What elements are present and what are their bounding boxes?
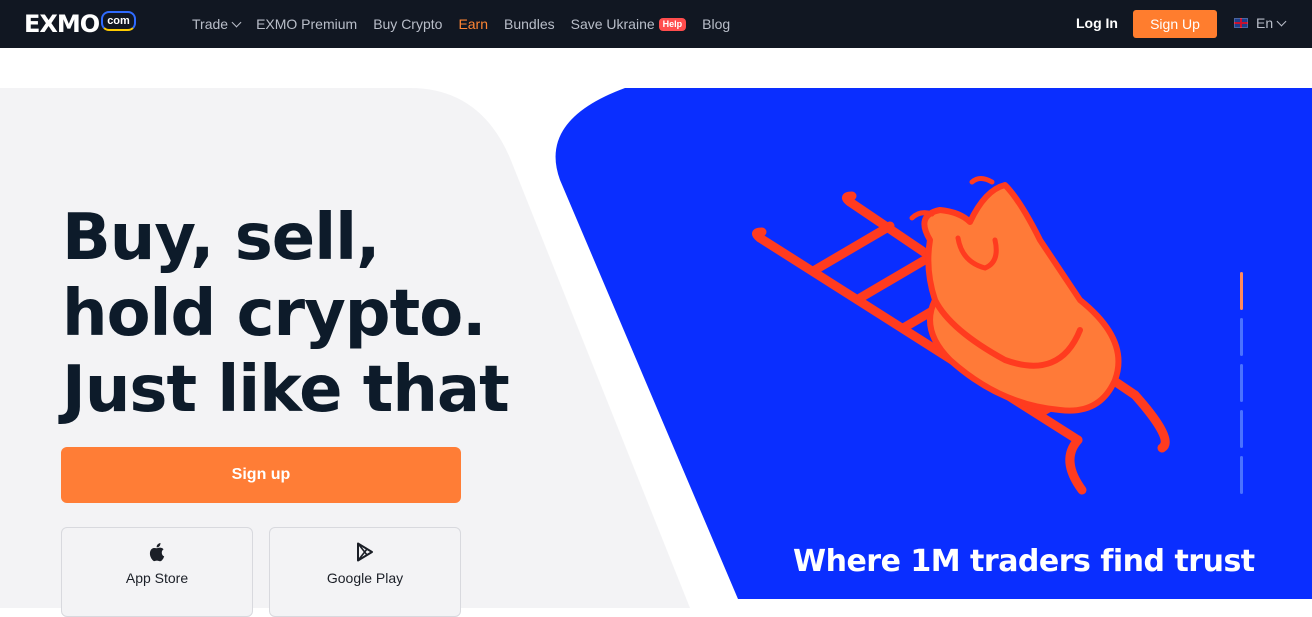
headline-line: Just like that	[62, 353, 510, 427]
hero-signup-button[interactable]: Sign up	[61, 447, 461, 503]
apple-icon	[149, 543, 165, 562]
app-store-button[interactable]: App Store	[61, 527, 253, 617]
slide-indicator-2[interactable]	[1240, 318, 1243, 356]
google-play-label: Google Play	[326, 570, 404, 586]
slide-indicator-5[interactable]	[1240, 456, 1243, 494]
slide-indicator-1[interactable]	[1240, 272, 1243, 310]
google-play-icon	[357, 542, 373, 562]
app-store-label: App Store	[125, 570, 189, 586]
slide-indicator-4[interactable]	[1240, 410, 1243, 448]
headline-line: hold crypto.	[62, 277, 486, 351]
slider-indicators	[1240, 272, 1245, 502]
slide-indicator-3[interactable]	[1240, 364, 1243, 402]
google-play-button[interactable]: Google Play	[269, 527, 461, 617]
banner-tagline: Where 1M traders find trust	[793, 544, 1255, 579]
hero-headline: Buy, sell, hold crypto. Just like that	[62, 200, 510, 428]
headline-line: Buy, sell,	[62, 201, 380, 275]
